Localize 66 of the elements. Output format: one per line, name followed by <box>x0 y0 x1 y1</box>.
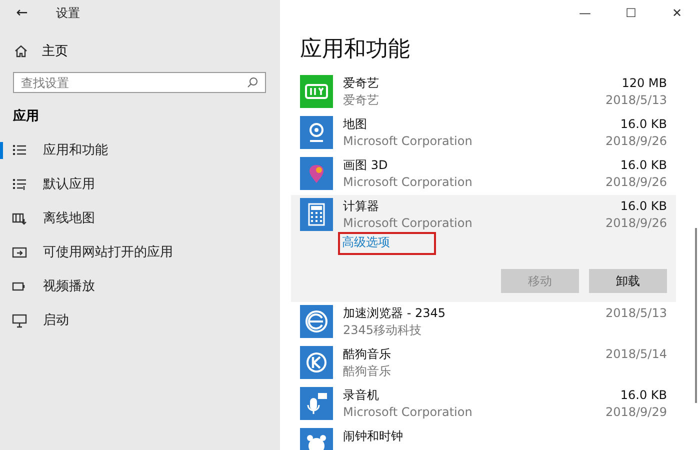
nav-item[interactable]: 视频播放 <box>0 269 280 303</box>
install-date: 2018/5/13 <box>605 92 667 109</box>
install-date: 2018/5/14 <box>605 346 667 363</box>
app-name: 酷狗音乐 <box>343 346 392 363</box>
monitor-icon <box>12 312 27 328</box>
app-row[interactable]: 录音机 Microsoft Corporation 16.0 KB 2018/9/29 <box>291 384 676 425</box>
uninstall-button[interactable]: 卸载 <box>589 269 667 293</box>
map-icon <box>12 210 27 226</box>
app-row[interactable]: 地图 Microsoft Corporation 16.0 KB 2018/9/26 <box>291 113 676 154</box>
back-button[interactable]: ← <box>6 5 38 21</box>
app-row[interactable]: 闹钟和时钟 <box>291 425 676 450</box>
app-publisher: 2345移动科技 <box>343 322 423 339</box>
app-row[interactable]: 加速浏览器 - 2345 2345移动科技 2018/5/13 <box>291 302 676 343</box>
app-size: 16.0 KB <box>620 198 667 215</box>
nav-item[interactable]: 可使用网站打开的应用 <box>0 235 280 269</box>
app-publisher: Microsoft Corporation <box>343 215 474 232</box>
app-size: 16.0 KB <box>620 387 667 404</box>
paint-drop-icon <box>300 157 333 190</box>
browser-icon <box>300 305 333 338</box>
app-publisher: 酷狗音乐 <box>343 363 392 380</box>
microphone-icon <box>300 387 333 420</box>
music-app-icon <box>300 346 333 379</box>
list-icon <box>12 176 27 192</box>
app-name: 画图 3D <box>343 157 389 174</box>
app-name: 加速浏览器 - 2345 <box>343 305 446 322</box>
section-heading: 应用 <box>13 108 40 125</box>
search-icon <box>247 77 258 88</box>
app-publisher: Microsoft Corporation <box>343 404 474 421</box>
nav-item[interactable]: 启动 <box>0 303 280 337</box>
window-title: 设置 <box>56 4 80 22</box>
app-size: 16.0 KB <box>620 157 667 174</box>
app-name: 计算器 <box>343 198 380 215</box>
app-publisher: Microsoft Corporation <box>343 133 474 150</box>
list-icon <box>12 142 27 158</box>
window-icon <box>12 244 27 260</box>
install-date: 2018/5/13 <box>605 305 667 322</box>
close-button[interactable]: ✕ <box>654 0 700 26</box>
calculator-icon <box>300 198 333 231</box>
app-row[interactable]: 酷狗音乐 酷狗音乐 2018/5/14 <box>291 343 676 384</box>
nav-item[interactable]: 默认应用 <box>0 167 280 201</box>
map-pin-icon <box>300 116 333 149</box>
home-icon <box>14 44 28 58</box>
maximize-button[interactable]: ☐ <box>608 0 654 26</box>
video-app-icon <box>300 75 333 108</box>
app-size: 120 MB <box>622 75 667 92</box>
install-date: 2018/9/26 <box>605 174 667 191</box>
app-size: 16.0 KB <box>620 116 667 133</box>
app-row[interactable]: 爱奇艺 爱奇艺 120 MB 2018/5/13 <box>291 72 676 113</box>
page-heading: 应用和功能 <box>300 36 411 64</box>
app-publisher: 爱奇艺 <box>343 92 380 109</box>
home-link[interactable]: 主页 <box>14 40 68 62</box>
install-date: 2018/9/26 <box>605 133 667 150</box>
app-name: 爱奇艺 <box>343 75 380 92</box>
app-publisher: Microsoft Corporation <box>343 174 474 191</box>
scrollbar[interactable] <box>695 228 697 403</box>
advanced-options-link[interactable]: 高级选项 <box>338 232 436 255</box>
app-name: 录音机 <box>343 387 380 404</box>
app-name: 地图 <box>343 116 368 133</box>
app-row[interactable]: 画图 3D Microsoft Corporation 16.0 KB 2018/9/26 <box>291 154 676 195</box>
nav-item[interactable]: 离线地图 <box>0 201 280 235</box>
install-date: 2018/9/26 <box>605 215 667 232</box>
minimize-button[interactable]: — <box>562 0 608 26</box>
app-name: 闹钟和时钟 <box>343 428 404 445</box>
nav-item[interactable]: 应用和功能 <box>0 133 280 167</box>
search-field[interactable]: 查找设置 <box>13 72 266 93</box>
install-date: 2018/9/29 <box>605 404 667 421</box>
